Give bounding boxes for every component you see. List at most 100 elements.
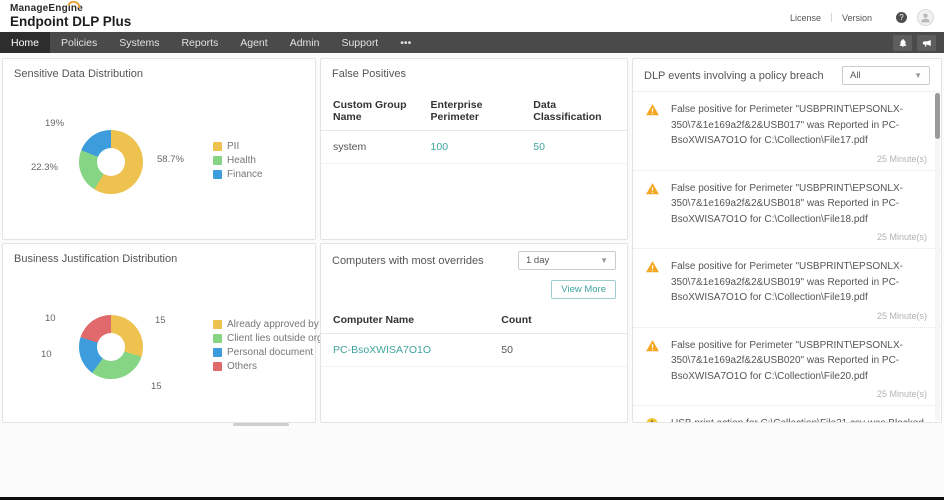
panel-sensitive-data-distribution: Sensitive Data Distribution 58.7% 22.3% 19… (2, 58, 316, 240)
help-icon[interactable]: ? (896, 12, 907, 23)
event-timestamp: 25 Minute(s) (671, 232, 927, 242)
chart-legend: PIIHealthFinance (213, 138, 263, 183)
donut-hole (97, 333, 125, 361)
overrides-table: Computer Name Count PC-BsoXWISA7O1O 50 (321, 307, 627, 367)
event-item[interactable]: False positive for Perimeter "USBPRINT\E… (633, 171, 941, 250)
column-header: Computer Name (321, 307, 489, 334)
event-item[interactable]: False positive for Perimeter "USBPRINT\E… (633, 92, 941, 171)
nav-item-home[interactable]: Home (0, 32, 50, 53)
announcements-button[interactable] (917, 35, 936, 51)
warning-triangle-icon (645, 102, 671, 166)
megaphone-icon (922, 38, 932, 48)
table-row: system 100 50 (321, 131, 627, 164)
computer-name-link[interactable]: PC-BsoXWISA7O1O (321, 334, 489, 367)
main-nav: HomePoliciesSystemsReportsAgentAdminSupp… (0, 32, 944, 53)
event-timestamp: 25 Minute(s) (671, 154, 927, 164)
nav-item-systems[interactable]: Systems (108, 32, 170, 53)
column-header: Count (489, 307, 627, 334)
count-cell: 50 (489, 334, 627, 367)
event-item[interactable]: False positive for Perimeter "USBPRINT\E… (633, 328, 941, 407)
event-timestamp: 25 Minute(s) (671, 389, 927, 399)
chevron-down-icon: ▼ (600, 256, 608, 265)
legend-swatch (213, 142, 222, 151)
legend-label: Client lies outside org (227, 333, 323, 344)
event-text: False positive for Perimeter "USBPRINT\E… (671, 181, 927, 228)
events-scrollbar-thumb[interactable] (935, 93, 940, 139)
warning-triangle-icon (645, 181, 671, 245)
panel-title: Business Justification Distribution (3, 244, 315, 269)
column-header: Enterprise Perimeter (419, 92, 522, 131)
events-scrollbar[interactable] (935, 91, 940, 421)
view-more-button[interactable]: View More (551, 280, 616, 299)
legend-swatch (213, 156, 222, 165)
column-header: Data Classification (521, 92, 627, 131)
dashboard-content: Sensitive Data Distribution 58.7% 22.3% 19… (0, 53, 944, 500)
legend-item: Health (213, 155, 263, 166)
pie-value-label: 58.7% (157, 154, 184, 165)
panel-computers-most-overrides: Computers with most overrides 1 day ▼ Vi… (320, 243, 628, 423)
chevron-down-icon: ▼ (914, 71, 922, 80)
panel-title: DLP events involving a policy breach (644, 70, 824, 82)
usb-blocked-icon (645, 416, 671, 422)
event-text: USB print action for C:\Collection\File2… (671, 416, 927, 422)
user-icon (919, 11, 932, 24)
panel-title: Computers with most overrides (332, 255, 484, 267)
donut-chart-sensitive-data: 58.7% 22.3% 19% (7, 90, 213, 230)
event-timestamp: 25 Minute(s) (671, 311, 927, 321)
page-title: Endpoint DLP Plus (10, 15, 131, 30)
nav-item-agent[interactable]: Agent (229, 32, 278, 53)
panel-title: Sensitive Data Distribution (3, 59, 315, 84)
pie-value-label: 22.3% (31, 162, 58, 173)
pie-value-label: 15 (155, 315, 166, 326)
donut-hole (97, 148, 125, 176)
donut-chart-business-justification: 15 15 10 10 (7, 275, 213, 415)
custom-group-name-cell: system (321, 131, 419, 164)
nav-item-policies[interactable]: Policies (50, 32, 108, 53)
panel-false-positives: False Positives Custom Group Name Enterp… (320, 58, 628, 240)
event-text: False positive for Perimeter "USBPRINT\E… (671, 259, 927, 306)
table-row: PC-BsoXWISA7O1O 50 (321, 334, 627, 367)
column-header: Custom Group Name (321, 92, 419, 131)
pie-value-label: 19% (45, 118, 64, 129)
nav-item-support[interactable]: Support (330, 32, 389, 53)
event-item[interactable]: USB print action for C:\Collection\File2… (633, 406, 941, 422)
legend-label: Personal document (227, 347, 313, 358)
donut (79, 130, 143, 194)
legend-item: PII (213, 141, 263, 152)
version-link[interactable]: Version (842, 13, 872, 23)
legend-swatch (213, 320, 222, 329)
header-divider (831, 13, 832, 22)
warning-triangle-icon (645, 338, 671, 402)
avatar[interactable] (917, 9, 934, 26)
app-header: ManageEngine Endpoint DLP Plus License V… (0, 0, 944, 32)
false-positives-table: Custom Group Name Enterprise Perimeter D… (321, 92, 627, 164)
bell-icon (898, 38, 908, 48)
license-link[interactable]: License (790, 13, 821, 23)
nav-item-reports[interactable]: Reports (170, 32, 229, 53)
event-item[interactable]: False positive for Perimeter "USBPRINT\E… (633, 249, 941, 328)
nav-item-admin[interactable]: Admin (279, 32, 331, 53)
legend-label: Health (227, 155, 256, 166)
pie-value-label: 15 (151, 381, 162, 392)
notifications-button[interactable] (893, 35, 912, 51)
events-filter-selected-value: All (850, 70, 861, 81)
events-filter-select[interactable]: All ▼ (842, 66, 930, 85)
data-classification-link[interactable]: 50 (521, 131, 627, 164)
legend-swatch (213, 362, 222, 371)
legend-label: PII (227, 141, 239, 152)
period-select[interactable]: 1 day ▼ (518, 251, 616, 270)
pie-value-label: 10 (41, 349, 52, 360)
event-text: False positive for Perimeter "USBPRINT\E… (671, 338, 927, 385)
panel-title: False Positives (321, 59, 627, 84)
pie-value-label: 10 (45, 313, 56, 324)
brand-block: ManageEngine Endpoint DLP Plus (10, 3, 131, 30)
legend-swatch (213, 348, 222, 357)
period-selected-value: 1 day (526, 255, 549, 266)
nav-more[interactable]: ••• (389, 32, 422, 53)
events-list: False positive for Perimeter "USBPRINT\E… (633, 92, 941, 422)
horizontal-scrollbar-thumb[interactable] (233, 423, 289, 426)
event-text: False positive for Perimeter "USBPRINT\E… (671, 102, 927, 149)
enterprise-perimeter-link[interactable]: 100 (419, 131, 522, 164)
warning-triangle-icon (645, 259, 671, 323)
donut (79, 315, 143, 379)
